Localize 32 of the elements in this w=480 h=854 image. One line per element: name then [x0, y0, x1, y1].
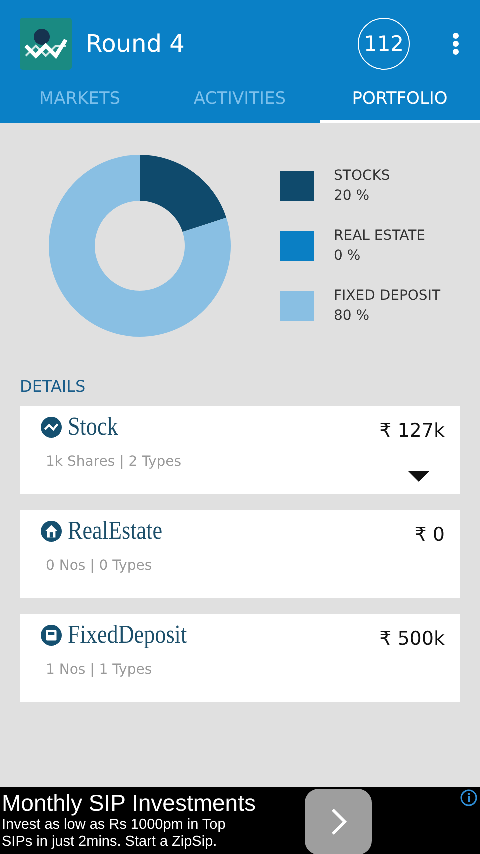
tab[interactable]: PORTFOLIO [320, 88, 480, 123]
card-summary: 1k Shares | 2 Types [46, 454, 183, 470]
expand-caret-icon[interactable] [408, 471, 430, 482]
legend-label: REAL ESTATE [334, 226, 426, 246]
portfolio-card[interactable]: RealEstate ₹ 0 0 Nos | 0 Types [20, 510, 460, 598]
app-title: Round 4 [86, 30, 186, 58]
ad-title: Monthly SIP Investments [2, 790, 256, 817]
info-icon[interactable] [460, 789, 478, 807]
score-badge: 112 [358, 18, 410, 70]
portfolio-card[interactable]: Stock ₹ 127k 1k Shares | 2 Types [20, 406, 460, 494]
legend-percent: 80 % [334, 306, 371, 326]
legend-percent: 20 % [334, 186, 371, 206]
card-summary: 1 Nos | 1 Types [46, 662, 154, 678]
card-title: Stock [68, 412, 118, 442]
safe-icon [41, 624, 62, 646]
card-amount: ₹ 0 [414, 524, 445, 546]
more-menu-icon[interactable] [452, 33, 460, 55]
ad-open-button[interactable] [305, 789, 372, 854]
legend-percent: 0 % [334, 246, 362, 266]
app-logo-icon [20, 18, 72, 70]
card-amount: ₹ 500k [380, 628, 445, 650]
legend-label: FIXED DEPOSIT [334, 286, 441, 306]
card-amount: ₹ 127k [380, 420, 445, 442]
house-icon [41, 520, 62, 542]
card-title: FixedDeposit [68, 620, 188, 650]
trend-icon [41, 416, 62, 438]
portfolio-card[interactable]: FixedDeposit ₹ 500k 1 Nos | 1 Types [20, 614, 460, 702]
legend-label: STOCKS [334, 166, 390, 186]
ad-text: Invest as low as Rs 1000pm in Top SIPs in just 2mins. Start a ZipSip. [2, 817, 227, 851]
card-title: RealEstate [68, 516, 162, 546]
card-summary: 0 Nos | 0 Types [46, 558, 154, 574]
section-heading: DETAILS [20, 377, 87, 396]
